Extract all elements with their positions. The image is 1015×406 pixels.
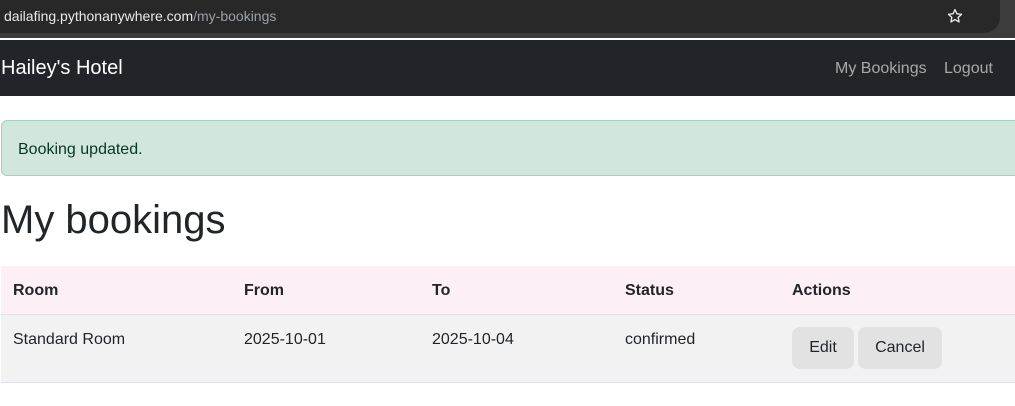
cell-from: 2025-10-01 (244, 331, 326, 348)
navbar: Hailey's Hotel My Bookings Logout (0, 40, 1015, 96)
url-text[interactable]: dailafing.pythonanywhere.com/my-bookings (4, 8, 276, 25)
nav-link-logout[interactable]: Logout (944, 59, 993, 78)
table-row: Standard Room 2025-10-01 2025-10-04 conf… (1, 315, 1015, 383)
column-header-from: From (244, 282, 284, 299)
column-header-to: To (432, 282, 451, 299)
bookings-table: Room From To Status Actions Standard Roo… (1, 266, 1015, 383)
nav-link-my-bookings[interactable]: My Bookings (835, 59, 927, 78)
page-title: My bookings (1, 198, 226, 242)
column-header-actions: Actions (792, 282, 851, 299)
url-host: dailafing.pythonanywhere.com (4, 8, 194, 24)
navbar-brand[interactable]: Hailey's Hotel (1, 56, 123, 80)
cell-room: Standard Room (13, 331, 126, 348)
address-bar[interactable]: dailafing.pythonanywhere.com/my-bookings (0, 0, 1000, 33)
success-alert: Booking updated. (1, 120, 1015, 176)
bookmark-star-icon[interactable] (946, 7, 964, 25)
edit-button[interactable]: Edit (792, 327, 854, 369)
browser-toolbar: dailafing.pythonanywhere.com/my-bookings (0, 0, 1015, 38)
cancel-button[interactable]: Cancel (858, 327, 942, 369)
column-header-status: Status (625, 282, 674, 299)
column-header-room: Room (13, 282, 59, 299)
table-header-row: Room From To Status Actions (1, 266, 1015, 315)
cell-status: confirmed (625, 331, 696, 348)
cell-to: 2025-10-04 (432, 331, 514, 348)
alert-message: Booking updated. (18, 141, 143, 158)
url-path: /my-bookings (193, 8, 277, 24)
